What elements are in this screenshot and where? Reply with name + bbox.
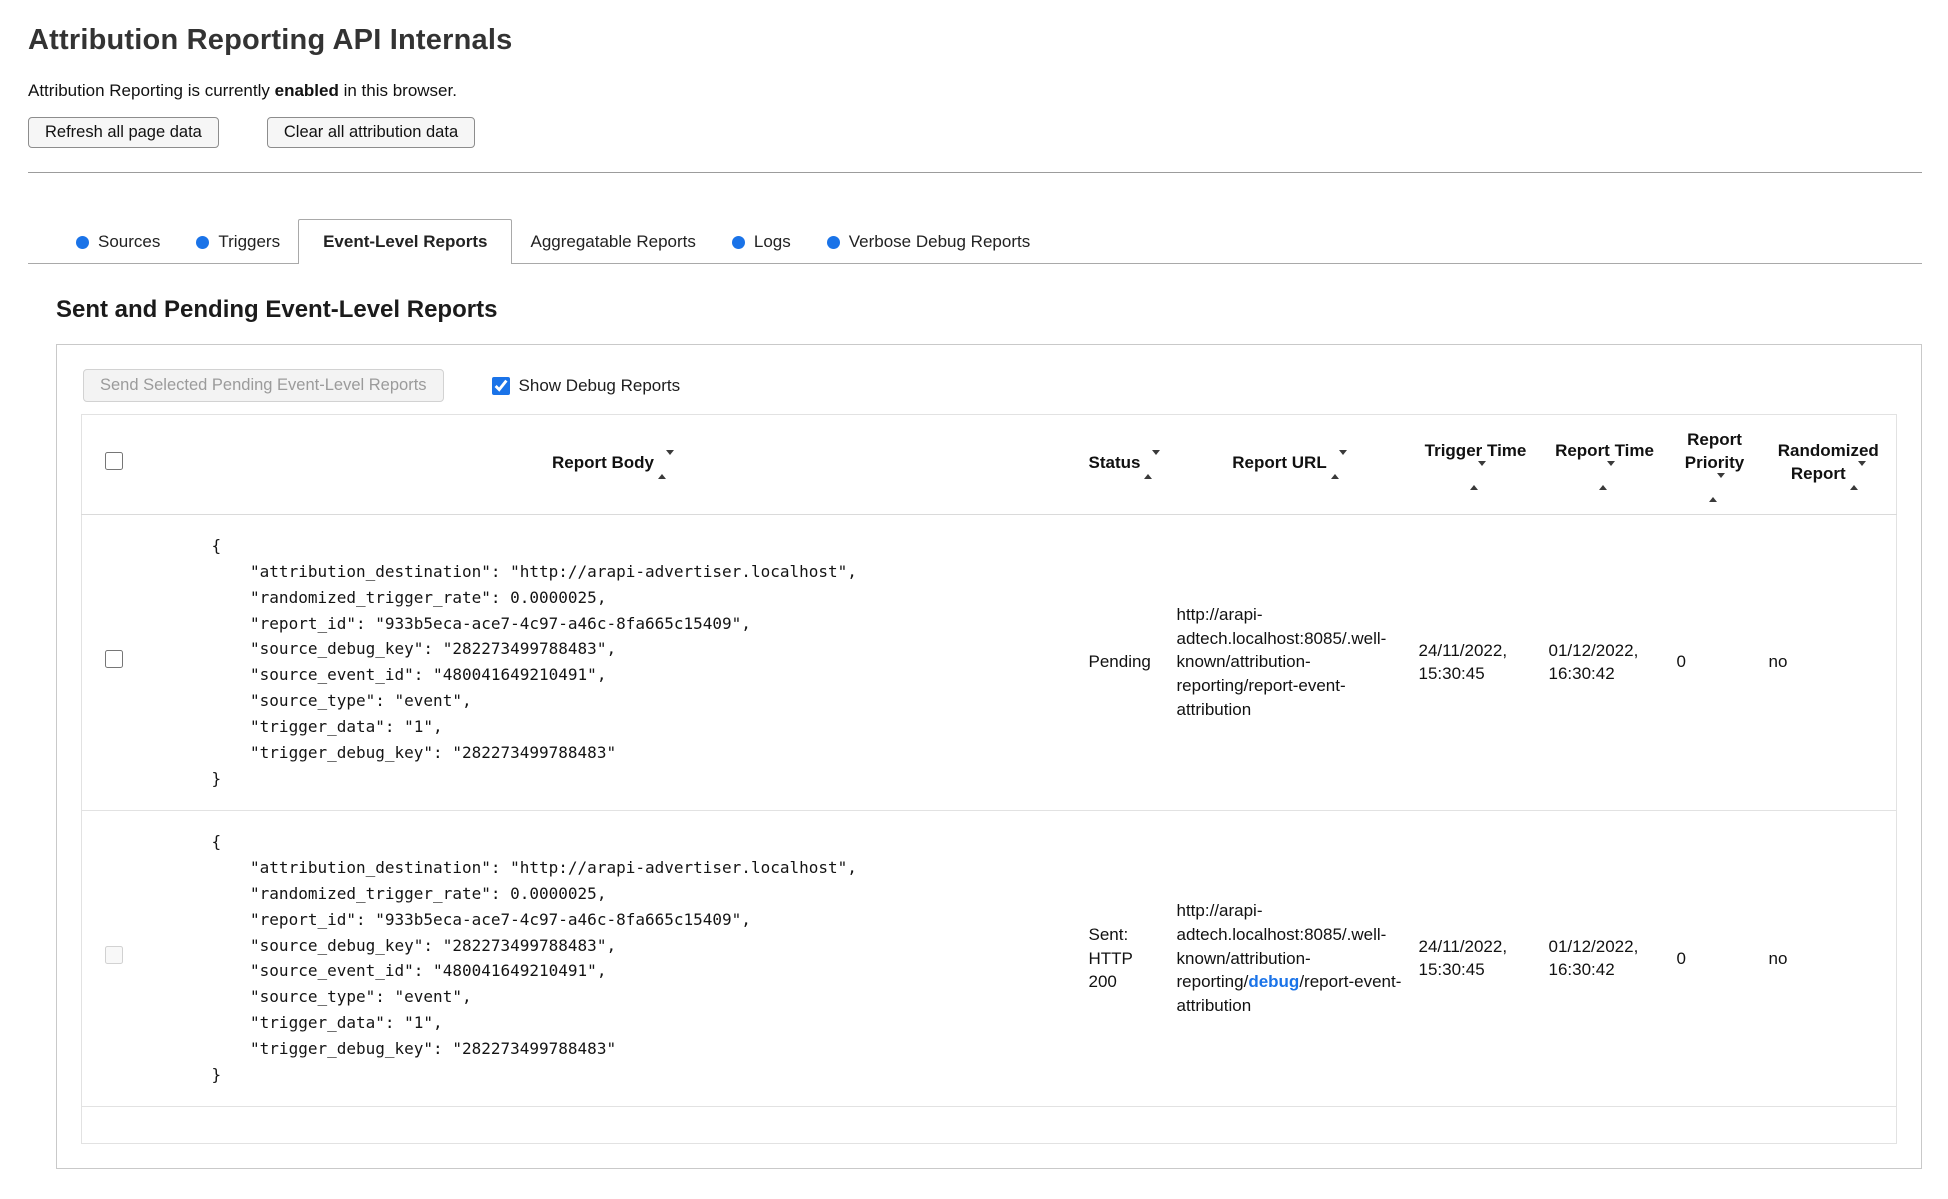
sort-icon bbox=[1469, 461, 1486, 491]
page-toolbar: Refresh all page data Clear all attribut… bbox=[28, 117, 1922, 148]
blue-dot-icon bbox=[826, 235, 840, 249]
tab-label: Event-Level Reports bbox=[323, 232, 488, 251]
blue-dot-icon bbox=[196, 235, 210, 249]
sort-icon bbox=[1849, 461, 1866, 491]
sort-icon bbox=[1144, 449, 1161, 479]
status-suffix: in this browser. bbox=[338, 81, 457, 100]
column-header-label: Report Priority bbox=[1684, 430, 1745, 472]
randomized-report-cell: no bbox=[1768, 948, 1788, 968]
show-debug-reports-toggle[interactable]: Show Debug Reports bbox=[491, 375, 681, 396]
horizontal-divider bbox=[28, 172, 1922, 173]
report-body-cell: { "attribution_destination": "http://ara… bbox=[146, 514, 1081, 810]
section-title: Sent and Pending Event-Level Reports bbox=[56, 296, 498, 323]
tab-label: Triggers bbox=[218, 232, 281, 251]
row-checkbox-cell bbox=[82, 514, 146, 810]
feature-status-line: Attribution Reporting is currently enabl… bbox=[28, 81, 1922, 101]
event-level-reports-panel: Send Selected Pending Event-Level Report… bbox=[56, 344, 1922, 1169]
report-url-cell: http://arapi-adtech.localhost:8085/.well… bbox=[1169, 514, 1411, 810]
panel-toolbar: Send Selected Pending Event-Level Report… bbox=[83, 369, 1897, 402]
event-level-reports-table: Report Body Status Report URL Trigger Ti… bbox=[81, 414, 1897, 1144]
send-selected-pending-button[interactable]: Send Selected Pending Event-Level Report… bbox=[83, 369, 444, 402]
tab-event-level-reports[interactable]: Event-Level Reports bbox=[298, 219, 513, 264]
page-title: Attribution Reporting API Internals bbox=[28, 24, 513, 56]
row-checkbox-cell bbox=[82, 810, 146, 1106]
tab-logs[interactable]: Logs bbox=[714, 221, 809, 263]
column-header-label: Report URL bbox=[1232, 452, 1327, 472]
url-text: http://arapi-adtech.localhost:8085/.well… bbox=[1176, 604, 1387, 720]
column-header-label: Trigger Time bbox=[1424, 441, 1527, 461]
tab-bar: Sources Triggers Event-Level Reports Agg… bbox=[28, 219, 1922, 264]
column-header-report-url[interactable]: Report URL bbox=[1168, 414, 1411, 515]
report-time-cell: 01/12/2022, 16:30:42 bbox=[1548, 640, 1639, 684]
column-header-report-priority[interactable]: Report Priority bbox=[1668, 414, 1761, 515]
refresh-all-button[interactable]: Refresh all page data bbox=[28, 117, 219, 148]
column-header-report-time[interactable]: Report Time bbox=[1540, 414, 1669, 515]
attribution-internals-page: Attribution Reporting API Internals Attr… bbox=[0, 0, 1948, 1199]
trigger-time-cell: 24/11/2022, 15:30:45 bbox=[1418, 936, 1508, 980]
blue-dot-icon bbox=[76, 235, 89, 249]
sort-icon bbox=[1708, 472, 1725, 502]
tab-label: Aggregatable Reports bbox=[530, 232, 696, 251]
blue-dot-icon bbox=[731, 235, 745, 249]
tab-label: Verbose Debug Reports bbox=[848, 232, 1031, 251]
select-all-checkbox[interactable] bbox=[104, 451, 123, 470]
clear-all-button[interactable]: Clear all attribution data bbox=[266, 117, 476, 148]
report-url-cell: http://arapi-adtech.localhost:8085/.well… bbox=[1169, 810, 1411, 1106]
tab-label: Logs bbox=[753, 232, 791, 251]
column-header-report-body[interactable]: Report Body bbox=[145, 414, 1081, 515]
tab-triggers[interactable]: Triggers bbox=[178, 221, 298, 263]
status-enabled-text: enabled bbox=[274, 81, 339, 100]
tab-aggregatable-reports[interactable]: Aggregatable Reports bbox=[512, 221, 713, 263]
report-body-json: { "attribution_destination": "http://ara… bbox=[211, 831, 857, 1085]
trigger-time-cell: 24/11/2022, 15:30:45 bbox=[1418, 640, 1508, 684]
show-debug-reports-label: Show Debug Reports bbox=[518, 375, 681, 395]
column-header-trigger-time[interactable]: Trigger Time bbox=[1410, 414, 1541, 515]
report-priority-cell: 0 bbox=[1676, 652, 1686, 672]
report-body-json: { "attribution_destination": "http://ara… bbox=[211, 535, 857, 788]
report-priority-cell: 0 bbox=[1676, 948, 1686, 968]
status-prefix: Attribution Reporting is currently bbox=[28, 81, 275, 100]
sort-icon bbox=[1598, 461, 1615, 491]
randomized-report-cell: no bbox=[1768, 652, 1788, 672]
show-debug-reports-checkbox[interactable] bbox=[491, 376, 510, 395]
debug-url-segment[interactable]: debug bbox=[1248, 972, 1299, 991]
report-row-sent: { "attribution_destination": "http://ara… bbox=[81, 810, 1897, 1107]
tab-sources[interactable]: Sources bbox=[58, 221, 178, 263]
report-row-pending: { "attribution_destination": "http://ara… bbox=[81, 514, 1897, 811]
report-body-cell: { "attribution_destination": "http://ara… bbox=[146, 810, 1081, 1106]
column-header-randomized-report[interactable]: Randomized Report bbox=[1760, 414, 1897, 515]
column-header-label: Report Body bbox=[552, 452, 654, 472]
report-time-cell: 01/12/2022, 16:30:42 bbox=[1548, 936, 1639, 980]
column-header-label: Report Time bbox=[1555, 441, 1654, 461]
tab-verbose-debug-reports[interactable]: Verbose Debug Reports bbox=[809, 221, 1048, 263]
select-all-header-cell bbox=[81, 414, 146, 515]
status-cell: Pending bbox=[1088, 652, 1151, 672]
column-header-label: Status bbox=[1088, 452, 1141, 472]
status-cell: Sent: HTTP 200 bbox=[1088, 924, 1133, 992]
table-header-row: Report Body Status Report URL Trigger Ti… bbox=[81, 414, 1897, 515]
table-footer-strip bbox=[81, 1106, 1897, 1144]
sort-icon bbox=[1330, 449, 1347, 479]
tab-label: Sources bbox=[98, 232, 161, 251]
row-select-checkbox-disabled bbox=[104, 946, 123, 964]
column-header-status[interactable]: Status bbox=[1080, 414, 1169, 515]
sort-icon bbox=[658, 449, 674, 479]
row-select-checkbox[interactable] bbox=[104, 649, 123, 668]
